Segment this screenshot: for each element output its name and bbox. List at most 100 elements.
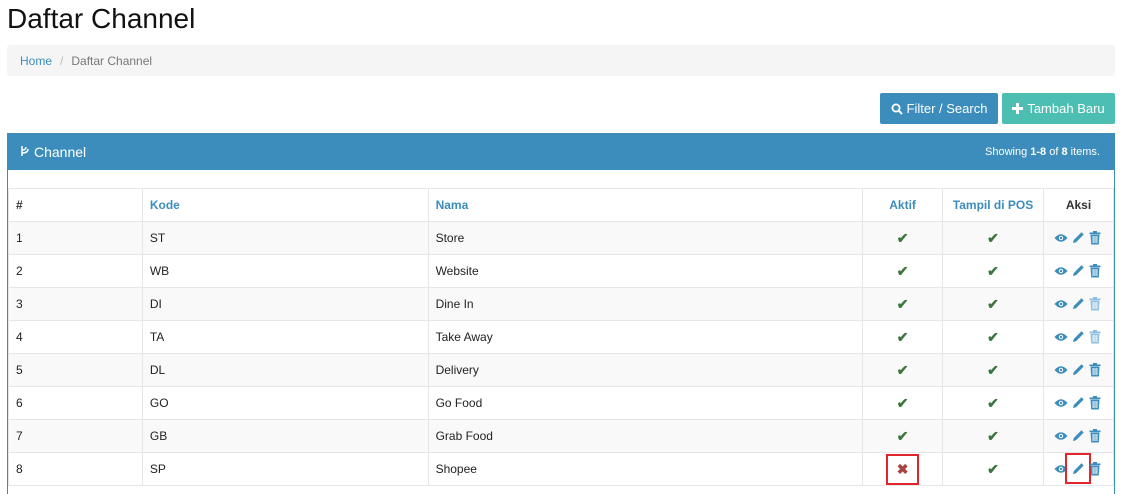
eye-icon[interactable]: [1054, 231, 1068, 245]
table-row: 5 DL Delivery ✔ ✔: [8, 353, 1115, 387]
cell-kode: SP: [141, 452, 429, 486]
pencil-icon[interactable]: [1071, 231, 1085, 245]
breadcrumb-home-link[interactable]: Home: [20, 54, 52, 68]
eye-icon[interactable]: [1054, 264, 1068, 278]
highlight-box: ✖: [886, 453, 920, 485]
cell-kode: GB: [141, 419, 429, 453]
cell-number: 6: [8, 386, 143, 420]
cell-aktif: ✔: [862, 254, 944, 288]
eye-icon[interactable]: [1054, 396, 1068, 410]
cell-tampil-di-pos: ✔: [942, 452, 1044, 486]
cell-aktif: ✔: [862, 320, 944, 354]
trash-icon[interactable]: [1088, 461, 1102, 476]
table-row: 8 SP Shopee ✖ ✔: [8, 452, 1115, 486]
eye-icon[interactable]: [1054, 363, 1068, 377]
pencil-icon[interactable]: [1071, 429, 1085, 443]
eye-icon[interactable]: [1054, 297, 1068, 311]
panel-title: Channel: [20, 144, 86, 160]
row-actions: [1054, 452, 1102, 484]
cell-aksi: [1042, 254, 1115, 288]
table-row: 7 GB Grab Food ✔ ✔: [8, 419, 1115, 453]
table-row: 6 GO Go Food ✔ ✔: [8, 386, 1115, 420]
plus-icon: [1012, 103, 1024, 114]
channel-icon: [20, 144, 31, 160]
panel-header: Channel Showing 1-8 of 8 items.: [8, 134, 1114, 170]
cell-aktif: ✔: [862, 353, 944, 387]
filter-search-label: Filter / Search: [906, 101, 988, 116]
cell-aksi: [1042, 287, 1115, 321]
summary-prefix: Showing: [985, 146, 1031, 158]
cell-tampil-di-pos: ✔: [942, 386, 1044, 420]
check-icon: ✔: [896, 427, 909, 444]
trash-icon[interactable]: [1088, 296, 1102, 311]
row-actions: [1054, 395, 1102, 410]
summary-suffix: items.: [1067, 146, 1100, 158]
check-icon: ✔: [896, 262, 909, 279]
cell-nama: Dine In: [427, 287, 864, 321]
cell-nama: Take Away: [427, 320, 864, 354]
trash-icon[interactable]: [1088, 362, 1102, 377]
check-icon: ✔: [896, 361, 909, 378]
trash-icon[interactable]: [1088, 230, 1102, 245]
cell-number: 1: [8, 221, 143, 255]
row-actions: [1054, 428, 1102, 443]
pencil-icon[interactable]: [1071, 330, 1085, 344]
check-icon: ✔: [987, 361, 999, 378]
cell-aktif: ✔: [862, 221, 944, 255]
column-header-kode[interactable]: Kode: [141, 188, 429, 222]
check-icon: ✔: [987, 328, 999, 345]
cell-tampil-di-pos: ✔: [942, 419, 1044, 453]
check-icon: ✔: [987, 394, 999, 411]
cell-aksi: [1042, 353, 1115, 387]
pencil-icon[interactable]: [1065, 452, 1092, 484]
trash-icon[interactable]: [1088, 395, 1102, 410]
cell-nama: Store: [427, 221, 864, 255]
check-icon: ✔: [987, 262, 999, 279]
column-header-tampil-di-pos[interactable]: Tampil di POS: [942, 188, 1044, 222]
column-header-nama[interactable]: Nama: [427, 188, 864, 222]
table-row: 3 DI Dine In ✔ ✔: [8, 287, 1115, 321]
check-icon: ✔: [987, 427, 999, 444]
cell-aksi: [1042, 320, 1115, 354]
pencil-icon[interactable]: [1071, 363, 1085, 377]
cell-kode: DI: [141, 287, 429, 321]
cross-icon: ✖: [896, 460, 909, 477]
check-icon: ✔: [896, 229, 909, 246]
check-icon: ✔: [987, 229, 999, 246]
column-header-aksi: Aksi: [1042, 188, 1115, 222]
breadcrumb-separator: /: [60, 53, 64, 68]
cell-number: 4: [8, 320, 143, 354]
trash-icon[interactable]: [1088, 329, 1102, 344]
pencil-icon[interactable]: [1071, 297, 1085, 311]
check-icon: ✔: [896, 328, 909, 345]
cell-tampil-di-pos: ✔: [942, 221, 1044, 255]
table-row: 4 TA Take Away ✔ ✔: [8, 320, 1115, 354]
eye-icon[interactable]: [1054, 429, 1068, 443]
row-actions: [1054, 329, 1102, 344]
cell-nama: Shopee: [427, 452, 864, 486]
cell-kode: GO: [141, 386, 429, 420]
cell-number: 8: [8, 452, 143, 486]
add-new-button[interactable]: Tambah Baru: [1002, 93, 1115, 124]
trash-icon[interactable]: [1088, 263, 1102, 278]
filter-search-button[interactable]: Filter / Search: [880, 93, 998, 124]
check-icon: ✔: [896, 295, 909, 312]
search-icon: [891, 103, 903, 115]
column-header-aktif[interactable]: Aktif: [862, 188, 944, 222]
check-icon: ✔: [987, 295, 999, 312]
cell-nama: Website: [427, 254, 864, 288]
pencil-icon[interactable]: [1071, 396, 1085, 410]
trash-icon[interactable]: [1088, 428, 1102, 443]
page-title: Daftar Channel: [7, 3, 196, 34]
eye-icon[interactable]: [1054, 330, 1068, 344]
cell-kode: ST: [141, 221, 429, 255]
cell-tampil-di-pos: ✔: [942, 353, 1044, 387]
summary-range: 1-8: [1030, 146, 1047, 158]
table-row: 2 WB Website ✔ ✔: [8, 254, 1115, 288]
breadcrumb: Home / Daftar Channel: [7, 45, 1115, 76]
pencil-icon[interactable]: [1071, 264, 1085, 278]
cell-number: 7: [8, 419, 143, 453]
cell-aksi: [1042, 419, 1115, 453]
cell-nama: Go Food: [427, 386, 864, 420]
panel-title-text: Channel: [34, 144, 87, 160]
